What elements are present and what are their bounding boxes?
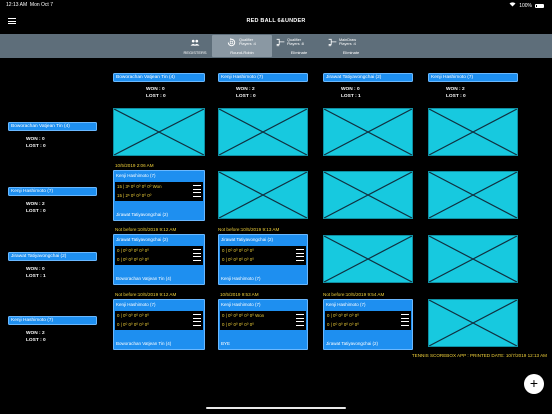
- nav-bar: RED BALL 6&UNDER: [0, 10, 552, 34]
- match-card[interactable]: Kenji Hashimoto (7) 0 | 0⁰ 0⁰ 0⁰ 0⁰ 0⁰ 0…: [323, 299, 413, 350]
- bracket-icon: [276, 38, 285, 47]
- people-icon: [190, 39, 200, 46]
- match-date: 10/5/2019 2:06 AM: [115, 163, 154, 168]
- score-box: 0 | 0⁰ 0⁰ 0⁰ 0⁰ 0⁰ 0 | 0⁰ 0⁰ 0⁰ 0⁰ 0⁰: [115, 311, 203, 330]
- match-player1: Jirawat Tatiyavongchai (2): [116, 237, 168, 242]
- match-player2: BYE: [221, 341, 231, 346]
- column-player-card[interactable]: Boworachan Vatjean Tin (4): [113, 73, 205, 82]
- score-box: 0 | 0⁰ 0⁰ 0⁰ 0⁰ 0⁰ 0 | 0⁰ 0⁰ 0⁰ 0⁰ 0⁰: [325, 311, 411, 330]
- score-line-1: 15 | 3⁶ 0⁰ 0⁰ 0⁰ 0⁰ Won: [117, 184, 162, 189]
- match-date: 10/5/2019 9:53 AM: [220, 292, 259, 297]
- battery-percent: 100%: [519, 2, 532, 9]
- row-player-record: WON : 0 LOST : 1: [26, 267, 46, 279]
- empty-cell: [113, 108, 205, 156]
- empty-cell: [428, 299, 518, 347]
- score-line-2: 0 | 0⁰ 0⁰ 0⁰ 0⁰ 0⁰: [222, 322, 254, 327]
- bracket-icon: [328, 38, 337, 47]
- tab-bar: REGISTERS Qualifier Players :4 Round-Robi…: [0, 34, 552, 58]
- score-line-2: 0 | 0⁰ 0⁰ 0⁰ 0⁰ 0⁰: [327, 322, 359, 327]
- match-player2: Jirawat Tatiyavongchai (2): [326, 341, 378, 346]
- battery-icon: [535, 3, 544, 8]
- match-player1: Kenji Hashimoto (7): [116, 173, 156, 178]
- match-card[interactable]: Kenji Hashimoto (7) 15 | 3⁶ 0⁰ 0⁰ 0⁰ 0⁰ …: [113, 170, 205, 221]
- empty-cell: [428, 235, 518, 283]
- empty-cell: [323, 108, 413, 156]
- page-title: RED BALL 6&UNDER: [246, 18, 306, 24]
- match-menu-icon[interactable]: [193, 184, 201, 198]
- column-player-card[interactable]: Jirawat Tatiyavongchai (2): [323, 73, 413, 82]
- score-line-1: 0 | 0⁰ 0⁰ 0⁰ 0⁰ 0⁰: [117, 248, 149, 253]
- match-player1: Kenji Hashimoto (7): [326, 302, 366, 307]
- tab-round-robin[interactable]: Qualifier Players :4 Round-Robin: [212, 35, 272, 57]
- status-bar: 12:13 AM Mon Oct 7 100%: [0, 0, 552, 10]
- column-player-record: WON : 0 LOST : 0: [146, 87, 166, 99]
- match-player2: Kenji Hashimoto (7): [221, 276, 261, 281]
- match-menu-icon[interactable]: [296, 248, 304, 262]
- column-player-card[interactable]: Kenji Hashimoto (7): [218, 73, 308, 82]
- row-player-card[interactable]: Boworachan Vatjean Tin (4): [8, 122, 97, 131]
- empty-cell: [218, 108, 308, 156]
- tab-eliminate-qualifier-8[interactable]: Qualifier Players :8 Eliminate: [274, 35, 324, 57]
- match-player1: Kenji Hashimoto (7): [221, 302, 261, 307]
- score-line-2: 15 | 2⁶ 0⁰ 0⁰ 0⁰ 0⁰: [117, 193, 152, 198]
- empty-cell: [323, 235, 413, 283]
- column-player-record: WON : 2 LOST : 0: [446, 87, 466, 99]
- printed-date-footer: TENNIS SCOREBOX APP : PRINTED DATE: 10/7…: [411, 353, 547, 358]
- column-player-record: WON : 0 LOST : 1: [341, 87, 361, 99]
- tab-registers[interactable]: REGISTERS: [180, 35, 210, 57]
- empty-cell: [323, 171, 413, 219]
- score-line-1: 0 | 0⁰ 0⁰ 0⁰ 0⁰ 0⁰ Won: [222, 313, 265, 318]
- column-player-card[interactable]: Kenji Hashimoto (7): [428, 73, 518, 82]
- score-line-1: 0 | 0⁰ 0⁰ 0⁰ 0⁰ 0⁰: [117, 313, 149, 318]
- match-date: Not before:10/5/2019 9:12 AM: [115, 227, 177, 232]
- match-menu-icon[interactable]: [296, 313, 304, 327]
- match-player2: Boworachan Vatjean Tin (4): [116, 276, 172, 281]
- match-menu-icon[interactable]: [193, 248, 201, 262]
- match-card[interactable]: Kenji Hashimoto (7) 0 | 0⁰ 0⁰ 0⁰ 0⁰ 0⁰ 0…: [113, 299, 205, 350]
- match-player2: Jirawat Tatiyavongchai (2): [116, 212, 168, 217]
- score-box: 0 | 0⁰ 0⁰ 0⁰ 0⁰ 0⁰ 0 | 0⁰ 0⁰ 0⁰ 0⁰ 0⁰: [220, 246, 306, 265]
- round-robin-icon: [227, 38, 236, 47]
- row-player-record: WON : 2 LOST : 0: [26, 331, 46, 343]
- empty-cell: [428, 108, 518, 156]
- wifi-icon: [509, 2, 516, 9]
- match-player2: Boworachan Vatjean Tin (4): [116, 341, 172, 346]
- match-menu-icon[interactable]: [193, 313, 201, 327]
- empty-cell: [218, 171, 308, 219]
- score-line-1: 0 | 0⁰ 0⁰ 0⁰ 0⁰ 0⁰: [222, 248, 254, 253]
- match-card[interactable]: Kenji Hashimoto (7) 0 | 0⁰ 0⁰ 0⁰ 0⁰ 0⁰ W…: [218, 299, 308, 350]
- match-player1: Kenji Hashimoto (7): [116, 302, 156, 307]
- row-player-record: WON : 0 LOST : 0: [26, 137, 46, 149]
- match-card[interactable]: Jirawat Tatiyavongchai (2) 0 | 0⁰ 0⁰ 0⁰ …: [113, 234, 205, 285]
- score-line-1: 0 | 0⁰ 0⁰ 0⁰ 0⁰ 0⁰: [327, 313, 359, 318]
- match-date: Not before:10/5/2019 9:12 AM: [115, 292, 177, 297]
- status-time: 12:13 AM Mon Oct 7: [6, 2, 53, 8]
- score-line-2: 0 | 0⁰ 0⁰ 0⁰ 0⁰ 0⁰: [222, 257, 254, 262]
- empty-cell: [428, 171, 518, 219]
- score-box: 0 | 0⁰ 0⁰ 0⁰ 0⁰ 0⁰ Won 0 | 0⁰ 0⁰ 0⁰ 0⁰ 0…: [220, 311, 306, 330]
- match-player1: Jirawat Tatiyavongchai (2): [221, 237, 273, 242]
- match-date: Not before:10/5/2019 9:13 AM: [218, 227, 280, 232]
- home-indicator[interactable]: [206, 407, 346, 409]
- score-line-2: 0 | 0⁰ 0⁰ 0⁰ 0⁰ 0⁰: [117, 322, 149, 327]
- match-menu-icon[interactable]: [401, 313, 409, 327]
- row-player-card[interactable]: Kenji Hashimoto (7): [8, 316, 97, 325]
- match-card[interactable]: Jirawat Tatiyavongchai (2) 0 | 0⁰ 0⁰ 0⁰ …: [218, 234, 308, 285]
- row-player-card[interactable]: Kenji Hashimoto (7): [8, 187, 97, 196]
- column-player-record: WON : 2 LOST : 0: [236, 87, 256, 99]
- score-box: 15 | 3⁶ 0⁰ 0⁰ 0⁰ 0⁰ Won 15 | 2⁶ 0⁰ 0⁰ 0⁰…: [115, 182, 203, 201]
- add-button[interactable]: +: [524, 374, 544, 394]
- tab-eliminate-maindraw[interactable]: MainDraw Players :4 Eliminate: [326, 35, 376, 57]
- score-line-2: 0 | 0⁰ 0⁰ 0⁰ 0⁰ 0⁰: [117, 257, 149, 262]
- score-box: 0 | 0⁰ 0⁰ 0⁰ 0⁰ 0⁰ 0 | 0⁰ 0⁰ 0⁰ 0⁰ 0⁰: [115, 246, 203, 265]
- match-date: Not before:10/5/2019 9:54 AM: [323, 292, 385, 297]
- row-player-record: WON : 2 LOST : 0: [26, 202, 46, 214]
- row-player-card[interactable]: Jirawat Tatiyavongchai (2): [8, 252, 97, 261]
